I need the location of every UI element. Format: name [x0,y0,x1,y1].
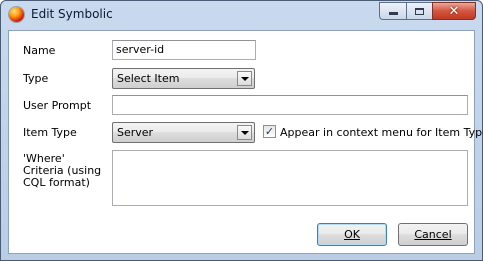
chevron-down-icon [240,76,249,81]
minimize-button[interactable] [379,2,406,20]
close-button[interactable]: ✕ [432,2,476,20]
where-criteria-input[interactable] [112,150,468,206]
item-type-select[interactable]: Server [112,122,255,143]
maximize-icon [415,7,424,15]
dialog-window: Edit Symbolic ✕ Name server-id Type Sele… [0,0,483,261]
title-bar[interactable]: Edit Symbolic ✕ [1,1,482,28]
item-type-select-value: Server [117,126,154,139]
caption-buttons: ✕ [379,2,476,20]
type-select-value: Select Item [117,72,180,85]
type-select[interactable]: Select Item [112,68,255,89]
cancel-button-label: Cancel [414,228,452,241]
user-prompt-input[interactable] [112,95,468,115]
minimize-icon [388,12,398,15]
item-type-label: Item Type [23,126,77,139]
name-label: Name [23,44,56,57]
checkmark-icon: ✓ [264,125,275,138]
chevron-down-icon [240,130,249,135]
maximize-button[interactable] [406,2,432,20]
item-type-dropdown-button[interactable] [237,125,252,140]
ok-button-label: OK [344,228,360,241]
where-criteria-label: 'Where' Criteria (using CQL format) [23,152,102,189]
window-title: Edit Symbolic [31,7,113,21]
name-input[interactable]: server-id [112,40,256,60]
close-icon: ✕ [448,3,460,19]
type-dropdown-button[interactable] [237,71,252,86]
context-menu-checkbox[interactable]: ✓ [263,125,276,138]
user-prompt-label: User Prompt [23,99,92,112]
dialog-body: Name server-id Type Select Item User Pro… [8,30,483,254]
context-menu-label[interactable]: Appear in context menu for Item Type [280,126,483,139]
ok-button[interactable]: OK [317,223,387,246]
app-icon [9,7,24,22]
type-label: Type [23,72,49,85]
cancel-button[interactable]: Cancel [398,223,468,246]
